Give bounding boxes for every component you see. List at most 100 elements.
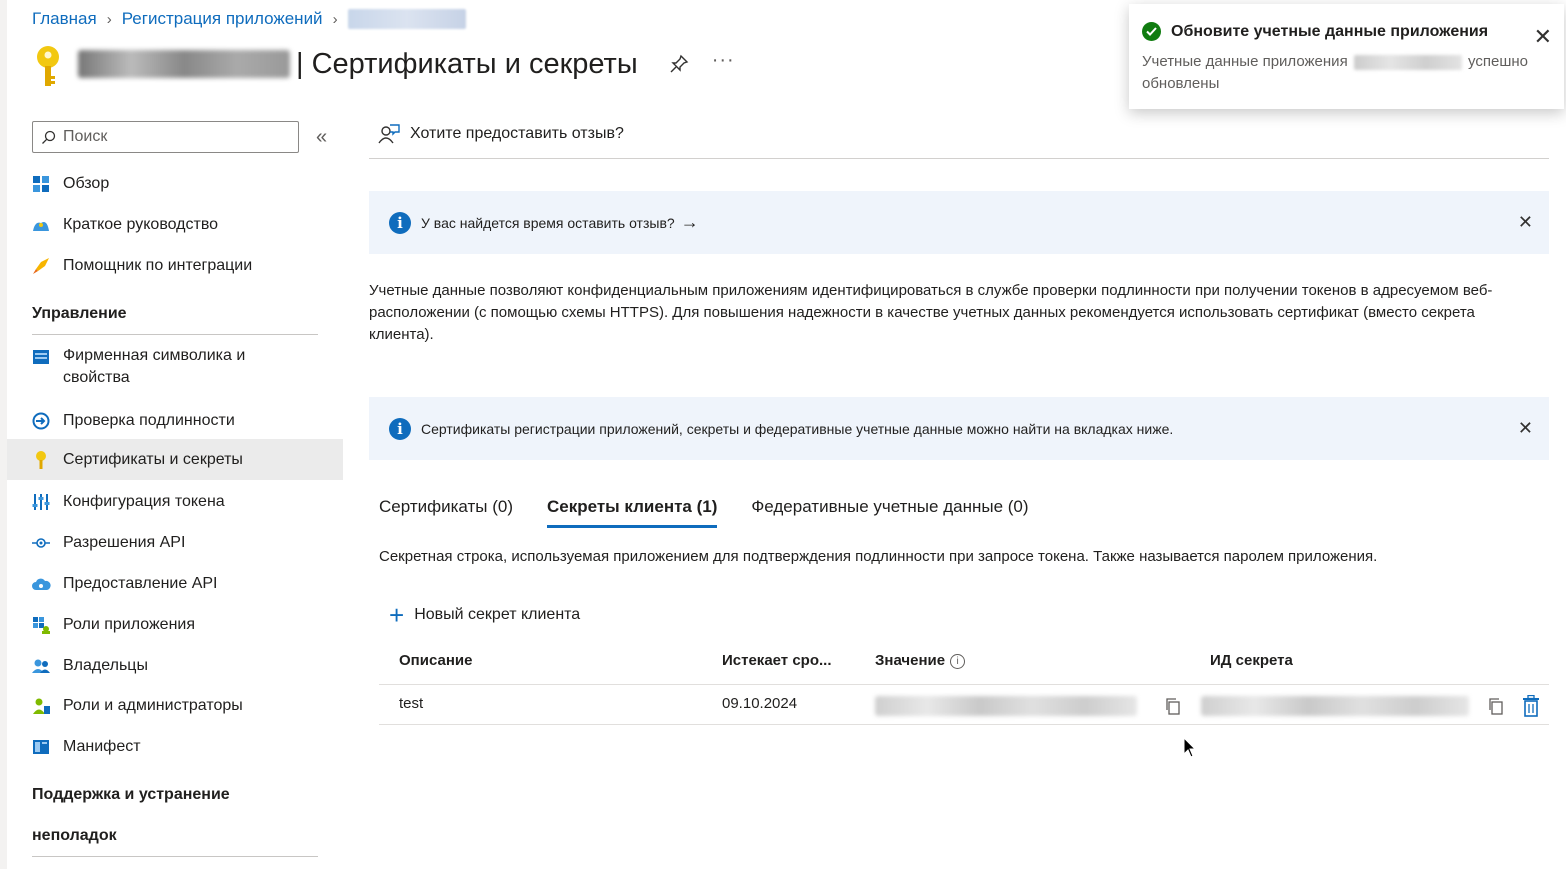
toast-title: Обновите учетные данные приложения — [1171, 22, 1489, 40]
info-icon[interactable]: i — [950, 653, 966, 669]
credential-tabs: Сертификаты (0) Секреты клиента (1) Феде… — [379, 497, 1063, 528]
breadcrumb-home[interactable]: Главная — [32, 9, 97, 29]
page-header: | Сертификаты и секреты ··· — [32, 42, 735, 86]
secret-expires-cell: 09.10.2024 — [722, 695, 798, 712]
tab-certificates[interactable]: Сертификаты (0) — [379, 497, 513, 528]
page-title: | Сертификаты и секреты — [296, 47, 638, 80]
breadcrumb-app-registrations[interactable]: Регистрация приложений — [122, 9, 323, 29]
sidebar-item-branding[interactable]: Фирменная символика и свойства — [7, 345, 343, 391]
info-icon: i — [389, 417, 411, 440]
sidebar-divider — [32, 856, 318, 857]
app-name-redacted — [78, 50, 290, 78]
banner-text: Сертификаты регистрации приложений, секр… — [421, 420, 1174, 437]
more-options-icon[interactable]: ··· — [712, 49, 735, 72]
left-edge — [0, 0, 7, 869]
app-roles-icon — [31, 615, 51, 635]
sidebar-item-app-roles[interactable]: Роли приложения — [7, 611, 343, 639]
sidebar-item-label: Разрешения API — [63, 534, 186, 551]
search-icon — [42, 130, 56, 144]
column-header-expires[interactable]: Истекает сро... — [722, 652, 832, 669]
sidebar-item-expose-api[interactable]: Предоставление API — [7, 570, 343, 598]
breadcrumb: Главная › Регистрация приложений › — [32, 9, 466, 29]
admin-roles-icon — [31, 696, 51, 716]
trash-icon[interactable] — [1521, 695, 1541, 717]
sidebar-item-authentication[interactable]: Проверка подлинности — [7, 407, 343, 435]
toast-body-start: Учетные данные приложения — [1142, 53, 1348, 70]
sidebar-item-certificates-secrets[interactable]: Сертификаты и секреты — [7, 439, 343, 480]
check-icon — [1142, 22, 1161, 41]
main-divider — [369, 158, 1549, 159]
sidebar-section-support: Поддержка и устранение — [32, 786, 230, 803]
plus-icon: + — [389, 600, 405, 630]
close-icon[interactable]: ✕ — [1518, 418, 1533, 439]
sidebar-item-label: Фирменная символика и свойства — [63, 347, 246, 386]
sidebar-section-manage: Управление — [32, 305, 127, 322]
sidebar-item-overview[interactable]: Обзор — [7, 170, 343, 198]
sidebar-item-token-config[interactable]: Конфигурация токена — [7, 488, 343, 516]
new-client-secret-button[interactable]: + Новый секрет клиента — [389, 600, 581, 630]
breadcrumb-app-name-redacted[interactable] — [347, 9, 466, 29]
sidebar-item-label: Манифест — [63, 738, 141, 755]
close-icon[interactable]: ✕ — [1518, 212, 1533, 233]
sidebar-item-api-permissions[interactable]: Разрешения API — [7, 529, 343, 557]
token-config-icon — [31, 492, 51, 512]
quickstart-icon — [31, 215, 51, 235]
close-icon[interactable]: ✕ — [1534, 24, 1552, 50]
sidebar-item-label: Роли приложения — [63, 616, 196, 633]
secret-description-cell: test — [399, 695, 424, 712]
secret-id-redacted — [1201, 696, 1469, 716]
sidebar-item-owners[interactable]: Владельцы — [7, 652, 343, 680]
search-placeholder: Поиск — [63, 128, 108, 145]
column-header-value-label: Значение — [875, 652, 946, 669]
api-permissions-icon — [31, 533, 51, 553]
sidebar-item-manifest[interactable]: Манифест — [7, 733, 343, 761]
sidebar-item-label: Роли и администраторы — [63, 697, 243, 714]
column-header-secret-id[interactable]: ИД секрета — [1210, 652, 1293, 669]
sidebar-item-label: Помощник по интеграции — [63, 257, 253, 274]
search-input[interactable]: Поиск — [32, 121, 299, 153]
arrow-right-icon[interactable]: → — [681, 212, 699, 233]
owners-icon — [31, 656, 51, 676]
key-icon — [37, 46, 59, 86]
sidebar-divider — [32, 334, 318, 335]
column-header-value[interactable]: Значение i — [875, 652, 966, 669]
sidebar-item-roles-admins[interactable]: Роли и администраторы — [7, 692, 343, 720]
auth-icon — [31, 411, 51, 431]
feedback-icon — [378, 124, 400, 144]
feedback-banner: i У вас найдется время оставить отзыв? →… — [369, 191, 1549, 254]
sidebar-item-label: Краткое руководство — [63, 216, 219, 233]
toast-body: Учетные данные приложения успешно обновл… — [1142, 51, 1550, 95]
tab-federated-credentials[interactable]: Федеративные учетные данные (0) — [751, 497, 1028, 528]
table-divider — [379, 724, 1549, 725]
rocket-icon — [31, 256, 51, 276]
sidebar-item-label: Предоставление API — [63, 575, 218, 592]
key-icon — [31, 450, 51, 470]
chevron-right-icon: › — [332, 10, 338, 28]
cloud-icon — [31, 574, 51, 594]
table-divider — [379, 684, 1549, 685]
sidebar-section-support-cont: неполадок — [32, 827, 117, 844]
secret-value-redacted — [875, 696, 1137, 716]
new-client-secret-label: Новый секрет клиента — [414, 606, 581, 623]
branding-icon — [31, 347, 51, 367]
manifest-icon — [31, 737, 51, 757]
client-secrets-description: Секретная строка, используемая приложени… — [379, 548, 1378, 565]
sidebar-item-label: Обзор — [63, 175, 110, 192]
sidebar-item-integration-assistant[interactable]: Помощник по интеграции — [7, 252, 343, 280]
overview-icon — [31, 174, 51, 194]
collapse-sidebar-icon[interactable]: « — [316, 126, 327, 149]
tab-client-secrets[interactable]: Секреты клиента (1) — [546, 497, 718, 528]
info-icon: i — [389, 211, 411, 234]
mouse-cursor-icon — [1183, 737, 1197, 758]
feedback-link[interactable]: Хотите предоставить отзыв? — [378, 123, 624, 145]
copy-icon[interactable] — [1487, 697, 1505, 715]
feedback-label: Хотите предоставить отзыв? — [410, 125, 624, 142]
pin-icon[interactable] — [668, 53, 690, 75]
chevron-right-icon: › — [106, 10, 112, 28]
column-header-description[interactable]: Описание — [399, 652, 472, 669]
credentials-description: Учетные данные позволяют конфиденциальны… — [369, 282, 1493, 343]
copy-icon[interactable] — [1164, 697, 1182, 715]
notification-toast: Обновите учетные данные приложения ✕ Уче… — [1129, 4, 1564, 109]
banner-text[interactable]: У вас найдется время оставить отзыв? — [421, 215, 675, 231]
sidebar-item-quickstart[interactable]: Краткое руководство — [7, 211, 343, 239]
